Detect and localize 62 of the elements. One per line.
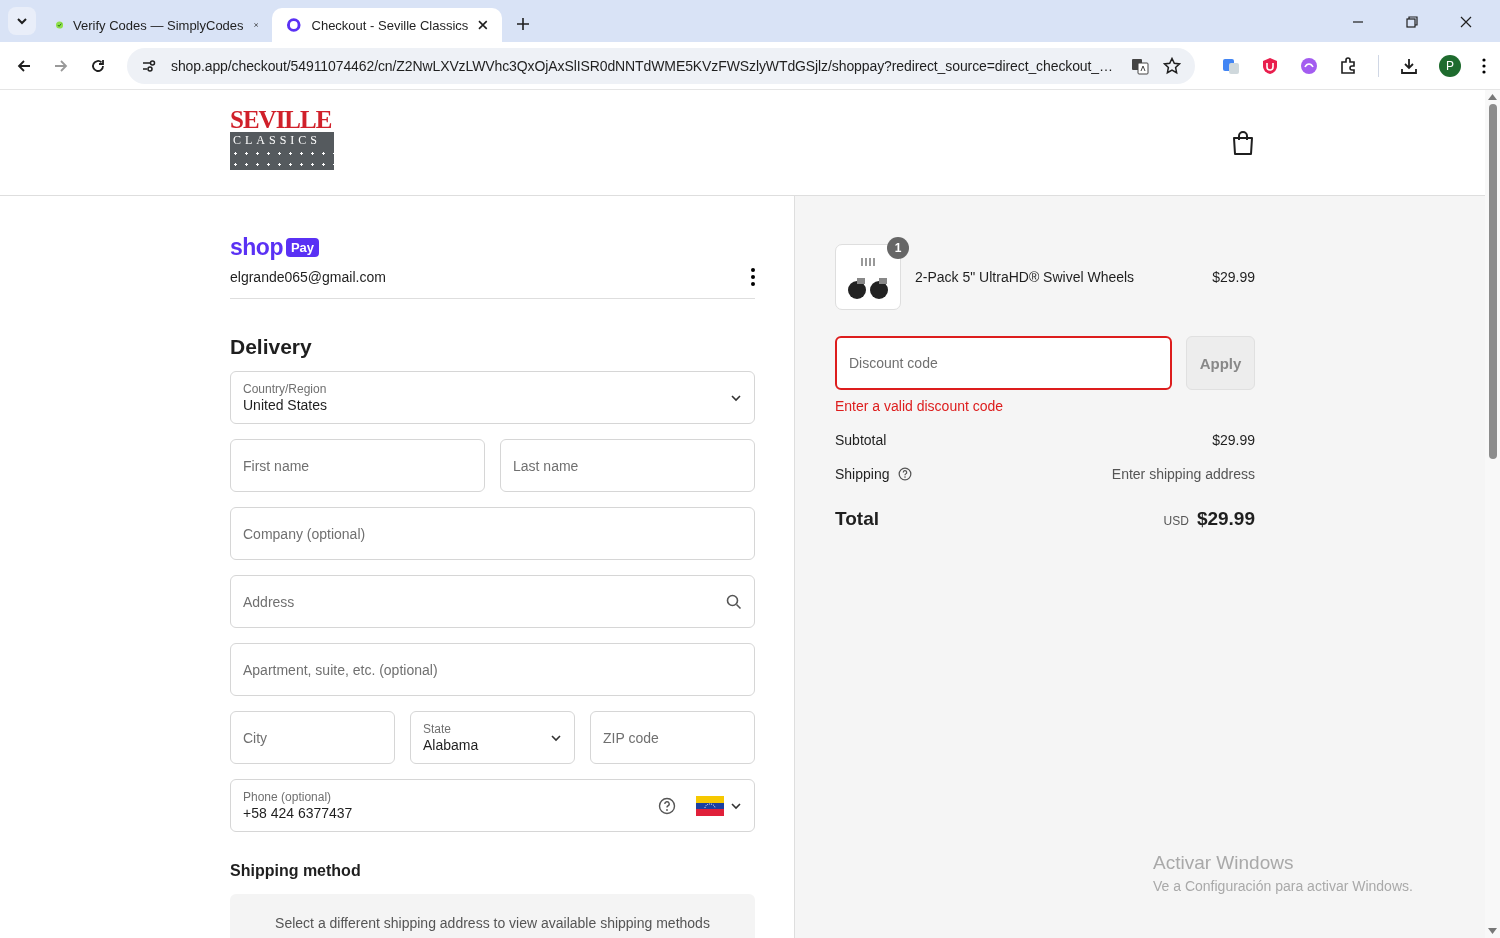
menu-icon[interactable] bbox=[1482, 57, 1486, 74]
shop-pay-logo: shop Pay bbox=[230, 234, 755, 260]
more-options-icon[interactable] bbox=[751, 268, 755, 286]
select-field[interactable]: Country/Region United States bbox=[230, 371, 755, 424]
quantity-badge: 1 bbox=[887, 237, 909, 259]
product-name: 2-Pack 5" UltraHD® Swivel Wheels bbox=[915, 269, 1136, 285]
error-message: Enter a valid discount code bbox=[835, 398, 1005, 414]
input-field[interactable]: ZIP code bbox=[590, 711, 755, 764]
summary-label: Shipping bbox=[835, 466, 890, 482]
extension-icon[interactable] bbox=[1300, 56, 1318, 75]
site-settings-icon[interactable] bbox=[141, 57, 157, 74]
summary-label: Subtotal bbox=[835, 432, 887, 448]
close-icon[interactable] bbox=[478, 20, 488, 30]
scroll-up-icon[interactable] bbox=[1488, 94, 1497, 100]
star-icon[interactable] bbox=[1163, 56, 1181, 75]
input-field[interactable]: First name bbox=[230, 439, 485, 492]
back-icon[interactable] bbox=[16, 57, 32, 74]
shipping-methods-message: Select a different shipping address to view available shipping methods bbox=[275, 915, 710, 931]
translate-extension-icon[interactable] bbox=[1222, 56, 1240, 75]
close-icon[interactable] bbox=[1460, 16, 1472, 28]
address-bar[interactable]: shop.app/checkout/54911074462/cn/Z2NwLXVzLWVhc3QxOjAxSlISR0dNNTdWME5KVzFWSzlyWTdGSjlz/shoppay?redirect_source=direct_checkout_… bbox=[127, 47, 1195, 84]
product-price: $29.99 bbox=[1212, 269, 1255, 285]
summary-value: $29.99 bbox=[1212, 432, 1255, 448]
help-icon[interactable] bbox=[897, 467, 912, 481]
input-field[interactable]: Apartment, suite, etc. (optional) bbox=[230, 643, 755, 696]
download-icon[interactable] bbox=[1400, 56, 1418, 75]
section-heading: Delivery bbox=[230, 335, 313, 359]
currency-code: USD bbox=[1163, 514, 1189, 528]
forward-icon[interactable] bbox=[53, 57, 69, 74]
section-heading: Shipping method bbox=[230, 862, 362, 880]
shield-icon[interactable] bbox=[1261, 56, 1279, 75]
reload-icon[interactable] bbox=[90, 57, 106, 74]
profile-avatar[interactable]: P bbox=[1439, 54, 1461, 77]
select-field[interactable]: State Alabama bbox=[410, 711, 575, 764]
input-field[interactable]: City bbox=[230, 711, 395, 764]
tab-search-button[interactable] bbox=[8, 7, 36, 35]
puzzle-icon[interactable] bbox=[1339, 56, 1357, 75]
restore-icon[interactable] bbox=[1406, 16, 1418, 28]
help-icon[interactable] bbox=[658, 796, 676, 815]
input-field[interactable]: Last name bbox=[500, 439, 755, 492]
scrollbar[interactable] bbox=[1485, 90, 1500, 938]
scrollbar-thumb[interactable] bbox=[1488, 104, 1497, 459]
browser-tab[interactable]: Verify Codes — SimplyCodes bbox=[42, 8, 272, 42]
translate-icon[interactable] bbox=[1131, 56, 1149, 75]
address-input[interactable]: Address bbox=[243, 593, 714, 610]
account-email: elgrande065@gmail.com bbox=[230, 269, 386, 285]
address-field[interactable]: Address bbox=[230, 575, 755, 628]
shopping-bag-icon[interactable] bbox=[1231, 129, 1255, 156]
total-label: Total bbox=[835, 508, 880, 530]
activation-notice-message: Ve a Configuración para activar Windows. bbox=[1153, 878, 1414, 894]
circle-logo-icon bbox=[286, 17, 302, 33]
browser-tab[interactable]: Checkout - Seville Classics bbox=[272, 8, 502, 42]
search-icon[interactable] bbox=[726, 593, 742, 610]
chevron-down-icon bbox=[16, 15, 28, 27]
phone-field[interactable]: Phone (optional) +58 424 6377437 bbox=[230, 779, 755, 832]
new-tab-icon[interactable] bbox=[516, 17, 530, 31]
summary-value: Enter shipping address bbox=[1111, 466, 1255, 482]
scroll-down-icon[interactable] bbox=[1488, 928, 1497, 934]
total-amount: $29.99 bbox=[1196, 508, 1255, 530]
flag-icon[interactable] bbox=[696, 795, 724, 816]
activation-notice-title: Activar Windows bbox=[1153, 852, 1295, 874]
input-field[interactable]: Company (optional) bbox=[230, 507, 755, 560]
